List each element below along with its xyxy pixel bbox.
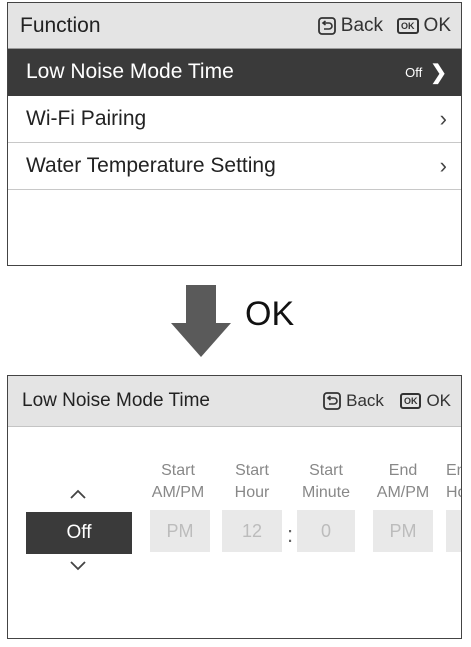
back-icon xyxy=(317,16,336,35)
down-arrow-icon xyxy=(171,285,231,357)
ok-label: OK xyxy=(423,14,451,36)
back-icon xyxy=(323,392,342,410)
ok-button[interactable]: OK OK xyxy=(397,15,451,37)
chevron-right-icon: ❯ xyxy=(430,61,447,84)
chevron-right-icon: › xyxy=(439,106,447,131)
menu-item-value: Off xyxy=(405,64,423,80)
column-heading: End xyxy=(388,462,418,479)
chevron-right-icon: › xyxy=(439,153,447,178)
menu-item-label: Water Temperature Setting xyxy=(26,154,276,177)
start-ampm-field[interactable]: PM xyxy=(150,510,210,552)
column-heading: Start xyxy=(161,462,195,479)
menu-item-label: Wi-Fi Pairing xyxy=(26,107,147,130)
chevron-down-icon[interactable] xyxy=(69,560,87,572)
start-minute-column: Start Minute 0 xyxy=(295,460,357,552)
column-heading: Minute xyxy=(301,484,351,501)
ok-button[interactable]: OK OK xyxy=(399,391,451,411)
menu-item-water-temperature-setting[interactable]: Water Temperature Setting › xyxy=(8,143,461,190)
page-title: Low Noise Mode Time xyxy=(22,390,210,411)
mode-selector[interactable]: Off xyxy=(26,512,132,554)
menu-item-label: Low Noise Mode Time xyxy=(26,60,234,83)
column-heading: End xyxy=(446,462,461,479)
start-ampm-column: Start AM/PM PM xyxy=(133,460,223,552)
end-ampm-field[interactable]: PM xyxy=(373,510,433,552)
end-ampm-column: End AM/PM PM xyxy=(365,460,441,552)
back-label: Back xyxy=(340,14,384,36)
function-screen: Function Back OK OK Low Noise Mode Time … xyxy=(7,2,462,266)
column-heading: Start xyxy=(235,462,269,479)
end-hour-column: End Hour xyxy=(446,460,461,552)
back-button[interactable]: Back xyxy=(323,391,384,411)
column-heading: AM/PM xyxy=(376,484,430,501)
ok-icon: OK xyxy=(399,393,422,409)
column-heading: AM/PM xyxy=(151,484,205,501)
page-title: Function xyxy=(20,13,101,37)
column-heading: Hour xyxy=(234,484,270,501)
back-label: Back xyxy=(346,391,384,410)
menu-item-wifi-pairing[interactable]: Wi-Fi Pairing › xyxy=(8,96,461,143)
end-hour-field[interactable] xyxy=(446,510,461,552)
ok-icon: OK xyxy=(397,17,419,34)
start-minute-field[interactable]: 0 xyxy=(297,510,355,552)
transition-label: OK xyxy=(245,295,295,333)
function-header: Function Back OK OK xyxy=(8,3,461,49)
header-actions: Back OK OK xyxy=(317,14,461,37)
chevron-up-icon[interactable] xyxy=(69,488,87,500)
header-actions: Back OK OK xyxy=(323,391,461,411)
start-hour-field[interactable]: 12 xyxy=(222,510,282,552)
time-separator: : xyxy=(287,522,294,547)
low-noise-header: Low Noise Mode Time Back OK OK xyxy=(8,376,461,427)
ok-label: OK xyxy=(426,391,451,410)
menu-item-low-noise-mode-time[interactable]: Low Noise Mode Time Off ❯ xyxy=(8,49,461,96)
transition-arrow: OK xyxy=(168,285,308,357)
low-noise-mode-time-screen: Low Noise Mode Time Back OK OK Off Start… xyxy=(7,375,462,639)
start-hour-column: Start Hour 12 xyxy=(222,460,282,552)
column-heading: Hour xyxy=(446,484,461,501)
column-heading: Start xyxy=(309,462,343,479)
back-button[interactable]: Back xyxy=(317,14,384,37)
